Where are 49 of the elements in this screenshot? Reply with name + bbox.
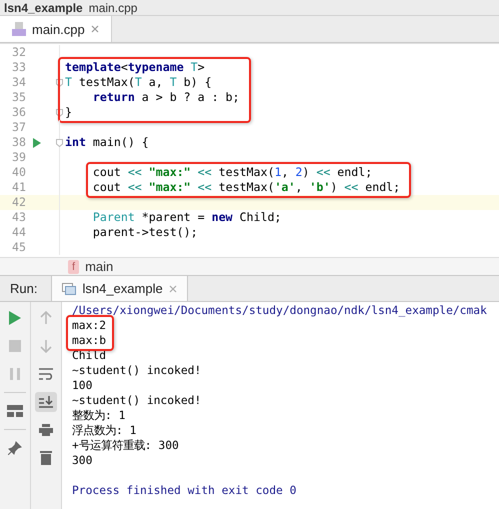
console-output: 300 [72, 453, 94, 468]
line-number: 44 [11, 225, 26, 240]
scroll-to-end-icon[interactable] [35, 392, 57, 412]
line-number: 33 [11, 60, 26, 75]
code-line: cout << "max:" << testMax('a', 'b') << endl; [92, 180, 400, 195]
console-output: 100 [72, 378, 94, 393]
console-output: 浮点数为: 1 [72, 423, 138, 438]
code-line: } [64, 105, 72, 120]
code-line: parent->test(); [92, 225, 198, 240]
line-number: 40 [11, 165, 26, 180]
console-output: max:b [72, 333, 108, 348]
line-number: 36 [11, 105, 26, 120]
run-label: Run: [10, 281, 38, 296]
cpp-file-icon [12, 22, 26, 36]
line-number: 43 [11, 210, 26, 225]
fold-icon[interactable] [56, 138, 63, 146]
line-number: 37 [11, 120, 26, 135]
console-output: +号运算符重载: 300 [72, 438, 180, 453]
line-number: 42 [11, 195, 26, 210]
code-line: T testMax(T a, T b) { [64, 75, 212, 90]
line-number: 32 [11, 45, 26, 60]
line-number: 38 [11, 135, 26, 150]
console-output: 整数为: 1 [72, 408, 126, 423]
close-icon[interactable] [168, 284, 177, 292]
run-tab[interactable]: lsn4_example [51, 276, 188, 301]
window-icon [62, 282, 76, 294]
console-output: max:2 [72, 318, 108, 333]
console-message: Process finished with exit code 0 [72, 483, 298, 498]
line-number: 39 [11, 150, 26, 165]
console-output: ~student() incoked! [72, 363, 202, 378]
code-line: Parent *parent = new Child; [92, 210, 282, 225]
line-number: 34 [11, 75, 26, 90]
function-badge: f [68, 260, 80, 274]
breadcrumb-item[interactable]: main.cpp [88, 0, 138, 14]
function-name[interactable]: main [85, 259, 114, 274]
code-line: cout << "max:" << testMax(1, 2) << endl; [92, 165, 372, 180]
line-number: 41 [11, 180, 26, 195]
code-line: int main() { [64, 135, 149, 150]
run-icon[interactable] [33, 138, 41, 148]
console-output: ~student() incoked! [72, 393, 202, 408]
code-line: return a > b ? a : b; [92, 90, 240, 105]
breadcrumb-item[interactable]: lsn4_example [4, 0, 83, 14]
line-number: 45 [11, 240, 26, 255]
line-number: 35 [11, 90, 26, 105]
console-message: /Users/xiongwei/Documents/study/dongnao/ndk/lsn4_example/cmak [72, 303, 488, 318]
close-icon[interactable] [90, 25, 99, 33]
console-output: Child [72, 348, 108, 363]
code-line: template<typename T> [64, 60, 205, 75]
editor-tab[interactable]: main.cpp [0, 16, 112, 42]
